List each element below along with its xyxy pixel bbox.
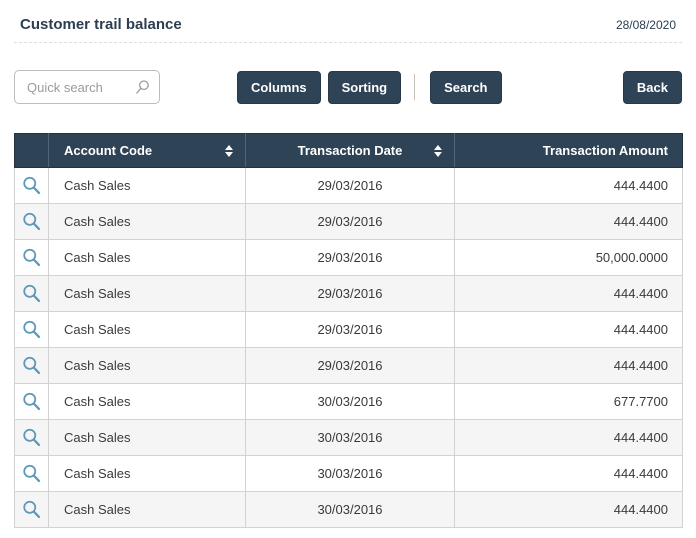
table-body: Cash Sales 29/03/2016 444.4400 Cash Sale… (15, 168, 683, 528)
row-view-button[interactable] (15, 240, 49, 276)
header-transaction-date[interactable]: Transaction Date (246, 134, 455, 168)
table-row: Cash Sales 30/03/2016 444.4400 (15, 420, 683, 456)
header-transaction-date-label: Transaction Date (298, 143, 403, 158)
transaction-amount-cell: 444.4400 (455, 312, 683, 348)
table-row: Cash Sales 30/03/2016 677.7700 (15, 384, 683, 420)
table-header-row: Account Code Transaction Date Transactio… (15, 134, 683, 168)
magnifier-icon[interactable] (21, 211, 42, 232)
transaction-date-cell: 30/03/2016 (246, 492, 455, 528)
page-title: Customer trail balance (20, 16, 182, 33)
account-code-cell: Cash Sales (49, 312, 246, 348)
search-button[interactable]: Search (430, 71, 501, 104)
table-row: Cash Sales 30/03/2016 444.4400 (15, 492, 683, 528)
account-code-cell: Cash Sales (49, 240, 246, 276)
row-view-button[interactable] (15, 348, 49, 384)
magnifier-icon[interactable] (21, 463, 42, 484)
transaction-date-cell: 30/03/2016 (246, 456, 455, 492)
transaction-amount-cell: 444.4400 (455, 204, 683, 240)
magnifier-icon[interactable] (21, 427, 42, 448)
sorting-button[interactable]: Sorting (328, 71, 402, 104)
table-row: Cash Sales 29/03/2016 444.4400 (15, 276, 683, 312)
header-transaction-amount[interactable]: Transaction Amount (455, 134, 683, 168)
row-view-button[interactable] (15, 492, 49, 528)
toolbar: Columns Sorting Search Back (14, 70, 682, 104)
table-row: Cash Sales 29/03/2016 444.4400 (15, 312, 683, 348)
sort-icon (225, 145, 233, 157)
table-row: Cash Sales 29/03/2016 444.4400 (15, 348, 683, 384)
row-view-button[interactable] (15, 204, 49, 240)
table-row: Cash Sales 29/03/2016 50,000.0000 (15, 240, 683, 276)
row-view-button[interactable] (15, 168, 49, 204)
row-view-button[interactable] (15, 420, 49, 456)
header-account-code[interactable]: Account Code (49, 134, 246, 168)
magnifier-icon[interactable] (21, 499, 42, 520)
transaction-date-cell: 29/03/2016 (246, 240, 455, 276)
magnifier-icon[interactable] (21, 355, 42, 376)
transaction-amount-cell: 50,000.0000 (455, 240, 683, 276)
table-row: Cash Sales 29/03/2016 444.4400 (15, 168, 683, 204)
account-code-cell: Cash Sales (49, 348, 246, 384)
page: Customer trail balance 28/08/2020 Column… (0, 0, 696, 538)
transaction-date-cell: 30/03/2016 (246, 420, 455, 456)
table-row: Cash Sales 30/03/2016 444.4400 (15, 456, 683, 492)
magnifier-icon[interactable] (21, 283, 42, 304)
quick-search (14, 70, 160, 104)
transaction-amount-cell: 444.4400 (455, 420, 683, 456)
row-view-button[interactable] (15, 312, 49, 348)
transaction-amount-cell: 444.4400 (455, 456, 683, 492)
transaction-amount-cell: 444.4400 (455, 168, 683, 204)
transaction-amount-cell: 444.4400 (455, 276, 683, 312)
magnifier-icon[interactable] (21, 391, 42, 412)
header-icon-column (15, 134, 49, 168)
transaction-date-cell: 29/03/2016 (246, 276, 455, 312)
magnifier-icon[interactable] (21, 319, 42, 340)
transaction-date-cell: 29/03/2016 (246, 168, 455, 204)
transaction-amount-cell: 677.7700 (455, 384, 683, 420)
header-account-code-label: Account Code (64, 143, 152, 158)
sort-icon (434, 145, 442, 157)
account-code-cell: Cash Sales (49, 204, 246, 240)
row-view-button[interactable] (15, 276, 49, 312)
account-code-cell: Cash Sales (49, 456, 246, 492)
page-header: Customer trail balance 28/08/2020 (14, 0, 682, 43)
account-code-cell: Cash Sales (49, 168, 246, 204)
row-view-button[interactable] (15, 456, 49, 492)
account-code-cell: Cash Sales (49, 384, 246, 420)
account-code-cell: Cash Sales (49, 492, 246, 528)
header-transaction-amount-label: Transaction Amount (543, 143, 668, 158)
search-icon (134, 79, 151, 96)
transaction-date-cell: 29/03/2016 (246, 348, 455, 384)
columns-button[interactable]: Columns (237, 71, 321, 104)
account-code-cell: Cash Sales (49, 276, 246, 312)
transaction-amount-cell: 444.4400 (455, 348, 683, 384)
transaction-date-cell: 29/03/2016 (246, 204, 455, 240)
magnifier-icon[interactable] (21, 247, 42, 268)
transaction-amount-cell: 444.4400 (455, 492, 683, 528)
transactions-table: Account Code Transaction Date Transactio… (14, 133, 683, 528)
page-date: 28/08/2020 (616, 18, 676, 32)
back-button[interactable]: Back (623, 71, 682, 104)
toolbar-divider (414, 74, 415, 100)
table-row: Cash Sales 29/03/2016 444.4400 (15, 204, 683, 240)
magnifier-icon[interactable] (21, 175, 42, 196)
transaction-date-cell: 30/03/2016 (246, 384, 455, 420)
transaction-date-cell: 29/03/2016 (246, 312, 455, 348)
account-code-cell: Cash Sales (49, 420, 246, 456)
row-view-button[interactable] (15, 384, 49, 420)
